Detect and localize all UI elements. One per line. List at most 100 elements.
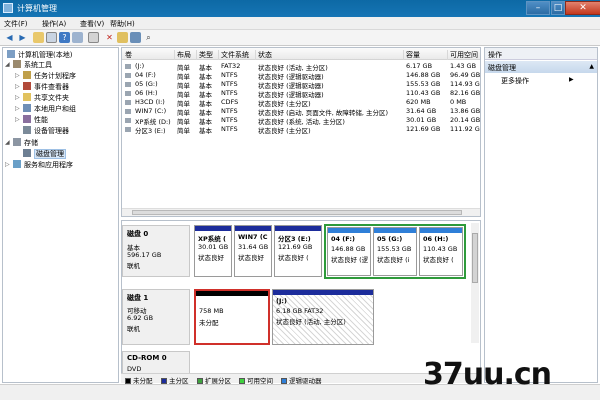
tools-icon bbox=[13, 60, 21, 68]
table-cell: 简单 bbox=[177, 127, 190, 135]
menu-help[interactable]: 帮助(H) bbox=[110, 19, 135, 29]
collapse-arrow-icon[interactable]: ▷ bbox=[15, 72, 20, 79]
collapse-arrow-icon[interactable]: ▷ bbox=[15, 94, 20, 101]
clock-icon bbox=[23, 71, 31, 79]
tree-item-event-viewer[interactable]: 事件查看器 bbox=[23, 82, 69, 92]
collapse-arrow-icon[interactable]: ▷ bbox=[5, 161, 10, 168]
grid-icon[interactable] bbox=[88, 32, 99, 43]
partition-g[interactable]: 05 (G:) 155.53 GB 状态良好 (i bbox=[373, 227, 417, 276]
device-icon bbox=[23, 126, 31, 134]
tree-item-shared-folders[interactable]: 共享文件夹 bbox=[23, 93, 69, 103]
column-volume[interactable]: 卷 bbox=[125, 50, 175, 60]
table-cell: FAT32 bbox=[221, 62, 241, 70]
tree-item-storage[interactable]: 存储 bbox=[13, 138, 38, 148]
tree-item-system-tools[interactable]: 系统工具 bbox=[13, 60, 52, 70]
users-icon bbox=[23, 104, 31, 112]
expand-arrow-icon[interactable]: ◢ bbox=[5, 139, 10, 146]
column-type[interactable]: 类型 bbox=[199, 50, 219, 60]
table-row[interactable]: XP系统 (D:) 简单 基本 NTFS 状态良好 (系统, 活动, 主分区) 30.01… bbox=[122, 116, 480, 126]
table-row[interactable]: H3CD (I:) 简单 基本 CDFS 状态良好 (主分区) 620 MB 0 MB bbox=[122, 98, 480, 108]
tree-item-performance[interactable]: 性能 bbox=[23, 115, 48, 125]
open-icon[interactable] bbox=[117, 32, 128, 43]
volume-icon bbox=[125, 73, 131, 78]
partition-unallocated[interactable]: 758 MB 未分配 bbox=[194, 289, 270, 345]
partition-j[interactable]: (J:) 6.18 GB FAT32 状态良好 (活动, 主分区) bbox=[272, 289, 374, 345]
toolbar: ◀ ▶ ? ✕ ⌕ bbox=[0, 30, 600, 46]
column-filesystem[interactable]: 文件系统 bbox=[221, 50, 256, 60]
partition-e[interactable]: 分区3 (E:) 121.69 GB 状态良好 ( bbox=[274, 225, 322, 277]
column-status[interactable]: 状态 bbox=[258, 50, 404, 60]
vertical-scrollbar[interactable] bbox=[471, 223, 479, 343]
table-row[interactable]: WIN7 (C:) 简单 基本 NTFS 状态良好 (启动, 页面文件, 故障转储, 主… bbox=[122, 107, 480, 117]
table-cell: 110.43 GB bbox=[406, 89, 441, 97]
forward-icon[interactable]: ▶ bbox=[17, 32, 28, 43]
window-title: 计算机管理 bbox=[17, 4, 57, 13]
disk-1-label[interactable]: 磁盘 1 可移动 6.92 GB 联机 bbox=[122, 289, 190, 345]
performance-icon bbox=[23, 115, 31, 123]
menu-view[interactable]: 查看(V) bbox=[80, 19, 104, 29]
collapse-icon[interactable]: ▲ bbox=[589, 63, 594, 70]
actions-section-disk-management[interactable]: 磁盘管理 ▲ bbox=[485, 61, 597, 73]
partition-h[interactable]: 06 (H:) 110.43 GB 状态良好 ( bbox=[419, 227, 463, 276]
tree-item-services[interactable]: 服务和应用程序 bbox=[13, 160, 73, 170]
horizontal-scrollbar[interactable] bbox=[122, 208, 480, 216]
disk-0-label[interactable]: 磁盘 0 基本 596.17 GB 联机 bbox=[122, 225, 190, 277]
table-cell: 基本 bbox=[199, 127, 212, 135]
table-cell: WIN7 (C:) bbox=[135, 107, 167, 115]
back-icon[interactable]: ◀ bbox=[4, 32, 15, 43]
partition-win7[interactable]: WIN7 (C 31.64 GB 状态良好 bbox=[234, 225, 272, 277]
folder-icon bbox=[23, 93, 31, 101]
volume-icon bbox=[125, 118, 131, 123]
computer-icon bbox=[7, 50, 15, 58]
tree-item-local-users[interactable]: 本地用户和组 bbox=[23, 104, 76, 114]
search-icon[interactable]: ⌕ bbox=[143, 32, 154, 43]
expand-arrow-icon[interactable]: ◢ bbox=[5, 61, 10, 68]
save-icon[interactable] bbox=[130, 32, 141, 43]
table-row[interactable]: (J:) 简单 基本 FAT32 状态良好 (活动, 主分区) 6.17 GB 1.43 G… bbox=[122, 62, 480, 72]
menu-file[interactable]: 文件(F) bbox=[4, 19, 28, 29]
collapse-arrow-icon[interactable]: ▷ bbox=[15, 116, 20, 123]
table-cell: NTFS bbox=[221, 80, 238, 88]
column-capacity[interactable]: 容量 bbox=[406, 50, 448, 60]
up-folder-icon[interactable] bbox=[33, 32, 44, 43]
table-cell: 04 (F:) bbox=[135, 71, 156, 79]
close-button[interactable]: ✕ bbox=[565, 1, 600, 15]
table-cell: NTFS bbox=[221, 89, 238, 97]
volume-icon bbox=[125, 127, 131, 132]
table-row[interactable]: 06 (H:) 简单 基本 NTFS 状态良好 (逻辑驱动器) 110.43 GB 82.1… bbox=[122, 89, 481, 99]
table-row[interactable]: 05 (G:) 简单 基本 NTFS 状态良好 (逻辑驱动器) 155.53 GB 114.… bbox=[122, 80, 481, 90]
column-free-space[interactable]: 可用空间 bbox=[450, 50, 480, 60]
table-cell: 05 (G:) bbox=[135, 80, 158, 88]
menu-action[interactable]: 操作(A) bbox=[42, 19, 66, 29]
more-actions[interactable]: 更多操作 ▶ bbox=[501, 76, 574, 86]
table-cell: 1.43 GB bbox=[450, 62, 477, 70]
column-layout[interactable]: 布局 bbox=[177, 50, 197, 60]
tree-item-disk-management[interactable]: 磁盘管理 bbox=[23, 149, 66, 159]
tree-item-task-scheduler[interactable]: 任务计划程序 bbox=[23, 71, 76, 81]
table-row[interactable]: 04 (F:) 简单 基本 NTFS 状态良好 (逻辑驱动器) 146.88 GB 96.4… bbox=[122, 71, 480, 81]
table-cell: H3CD (I:) bbox=[135, 98, 165, 106]
tree-root[interactable]: 计算机管理(本地) bbox=[7, 50, 72, 60]
volume-icon bbox=[125, 109, 131, 114]
delete-icon[interactable]: ✕ bbox=[104, 32, 115, 43]
volume-icon bbox=[125, 64, 131, 69]
scrollbar-thumb[interactable] bbox=[132, 210, 462, 215]
collapse-arrow-icon[interactable]: ▷ bbox=[15, 105, 20, 112]
maximize-button[interactable]: □ bbox=[551, 1, 565, 15]
scrollbar-thumb[interactable] bbox=[472, 233, 478, 283]
collapse-arrow-icon[interactable]: ▷ bbox=[15, 83, 20, 90]
table-cell: NTFS bbox=[221, 116, 238, 124]
table-cell: 状态良好 (主分区) bbox=[258, 127, 311, 135]
partition-xp[interactable]: XP系统 ( 30.01 GB 状态良好 bbox=[194, 225, 232, 277]
event-icon bbox=[23, 82, 31, 90]
minimize-button[interactable]: – bbox=[526, 1, 550, 15]
tree-item-device-manager[interactable]: 设备管理器 bbox=[23, 126, 69, 136]
table-cell: 114.93 GB bbox=[450, 80, 481, 88]
partition-f[interactable]: 04 (F:) 146.88 GB 状态良好 (逻 bbox=[327, 227, 371, 276]
table-cell: 82.16 GB bbox=[450, 89, 481, 97]
table-row[interactable]: 分区3 (E:) 简单 基本 NTFS 状态良好 (主分区) 121.69 GB 111.9… bbox=[122, 125, 480, 135]
list-icon[interactable] bbox=[72, 32, 83, 43]
properties-icon[interactable] bbox=[46, 32, 57, 43]
help-icon[interactable]: ? bbox=[59, 32, 70, 43]
storage-icon bbox=[13, 138, 21, 146]
